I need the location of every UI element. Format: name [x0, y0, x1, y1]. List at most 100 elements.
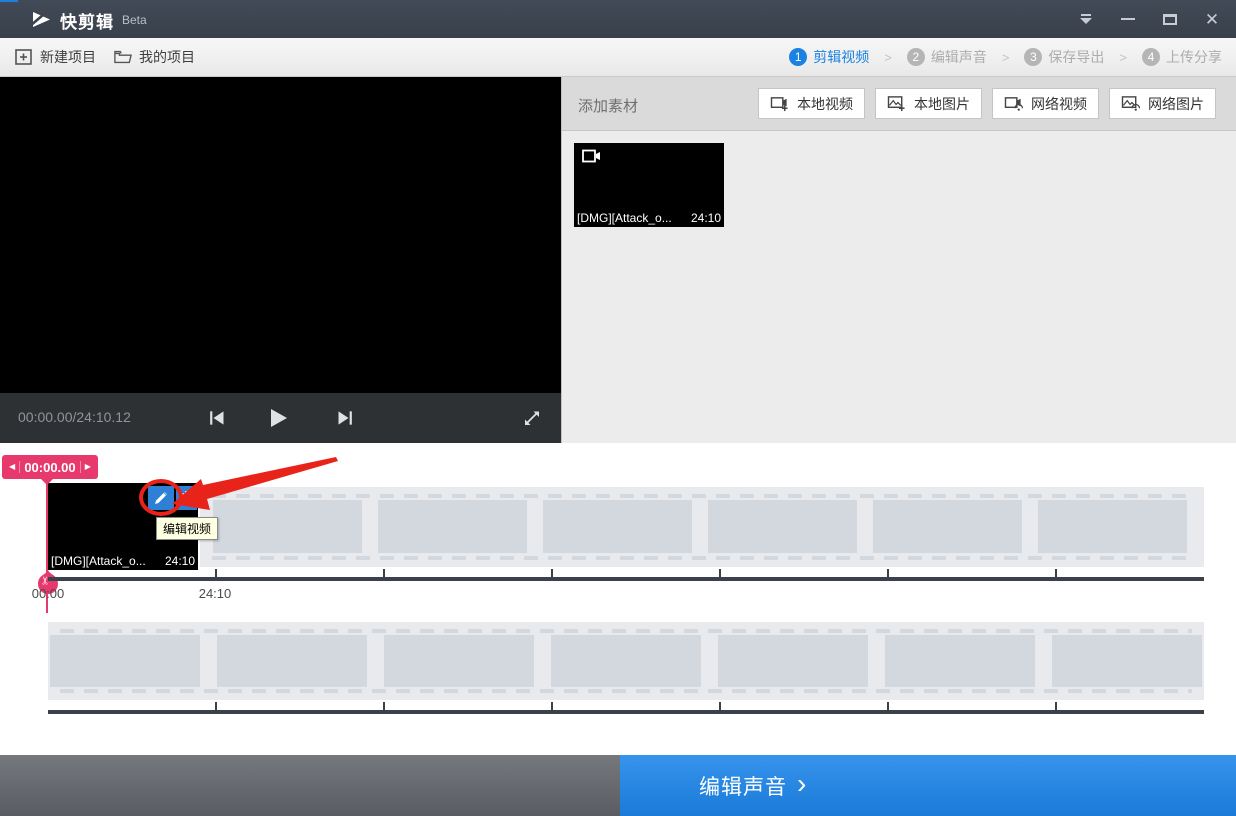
- filmstrip-frame: [885, 635, 1035, 687]
- mat-btn-label: 本地视频: [797, 94, 853, 114]
- next-step-button[interactable]: 编辑声音 ›: [620, 755, 1236, 816]
- material-duration: 24:10: [691, 211, 721, 225]
- player-controls: 00:00.00/24:10.12: [0, 393, 561, 443]
- filmstrip-frame: [378, 500, 527, 553]
- filmstrip-frame: [217, 635, 367, 687]
- material-panel-header: 添加素材 本地视频 本地图片 网络视频 网络图片: [562, 77, 1236, 131]
- marker-left-arrow-icon[interactable]: ◀: [9, 463, 15, 471]
- folder-icon: [114, 49, 132, 65]
- filmstrip-frame: [384, 635, 534, 687]
- ruler-tick: [215, 702, 217, 710]
- clip-name: [DMG][Attack_o...: [51, 554, 146, 568]
- marker-divider: [80, 461, 81, 473]
- pencil-icon: [154, 491, 168, 505]
- step-number: 3: [1024, 48, 1042, 66]
- ruler-tick: [551, 702, 553, 710]
- minimize-icon: [1121, 18, 1135, 20]
- beta-tag: Beta: [122, 13, 147, 27]
- video-plus-icon: [770, 95, 790, 112]
- fullscreen-icon: [523, 409, 541, 427]
- ruler-tick: [719, 569, 721, 577]
- step-保存导出[interactable]: 3 保存导出: [1024, 47, 1104, 67]
- play-button[interactable]: [262, 402, 294, 434]
- ruler-tick: [719, 702, 721, 710]
- add-video-plus-button[interactable]: 本地视频: [758, 88, 865, 119]
- video-wifi-icon: [1004, 95, 1024, 112]
- step-label: 保存导出: [1048, 47, 1104, 67]
- video-track-filmstrip[interactable]: [200, 487, 1204, 567]
- toolbar: 新建项目 我的项目 1 剪辑视频 >2 编辑声音 >3 保存导出 >4上传分享: [0, 38, 1236, 77]
- step-separator: >: [1002, 50, 1010, 65]
- step-number: 4: [1142, 48, 1160, 66]
- step-separator: >: [884, 50, 892, 65]
- step-number: 1: [789, 48, 807, 66]
- trash-icon: [181, 491, 193, 505]
- ruler-label-end: 24:10: [193, 586, 237, 601]
- filmstrip-frame: [873, 500, 1022, 553]
- menu-dropdown-button[interactable]: [1066, 0, 1106, 38]
- filmstrip-frame: [718, 635, 868, 687]
- close-button[interactable]: ✕: [1192, 0, 1232, 38]
- minimize-button[interactable]: [1108, 0, 1148, 38]
- step-label: 编辑声音: [931, 47, 987, 67]
- delete-clip-button[interactable]: [176, 486, 197, 510]
- previous-frame-icon: [206, 408, 226, 428]
- timeline-ruler-2: [48, 710, 1204, 714]
- audio-track-filmstrip[interactable]: [48, 622, 1204, 700]
- maximize-icon: [1163, 14, 1177, 25]
- video-preview[interactable]: [0, 77, 561, 393]
- my-projects-button[interactable]: 我的项目: [114, 38, 195, 76]
- ruler-tick: [383, 569, 385, 577]
- filmstrip-frame: [708, 500, 857, 553]
- previous-frame-button[interactable]: [200, 402, 232, 434]
- step-上传分享[interactable]: 4上传分享: [1142, 47, 1222, 67]
- step-separator: >: [1119, 50, 1127, 65]
- titlebar: 快剪辑 Beta ✕: [0, 0, 1236, 38]
- new-project-button[interactable]: 新建项目: [15, 38, 96, 76]
- ruler-tick: [887, 569, 889, 577]
- fullscreen-button[interactable]: [516, 402, 548, 434]
- filmstrip-frame: [543, 500, 692, 553]
- edit-clip-button[interactable]: [148, 486, 174, 510]
- add-material-buttons: 本地视频 本地图片 网络视频 网络图片: [758, 88, 1216, 119]
- close-icon: ✕: [1205, 11, 1219, 28]
- workflow-steps: 1 剪辑视频 >2 编辑声音 >3 保存导出 >4上传分享: [789, 38, 1222, 76]
- app-logo-icon: [30, 9, 52, 29]
- ruler-tick: [1055, 702, 1057, 710]
- my-projects-label: 我的项目: [139, 47, 195, 67]
- step-label: 剪辑视频: [813, 47, 869, 67]
- step-编辑声音[interactable]: 2 编辑声音: [907, 47, 987, 67]
- marker-divider: [19, 461, 20, 473]
- clip-duration: 24:10: [165, 554, 195, 568]
- ruler-tick: [383, 702, 385, 710]
- footer-back-area: [0, 755, 620, 816]
- app-title: 快剪辑: [60, 8, 114, 33]
- marker-right-arrow-icon[interactable]: ▶: [85, 463, 91, 471]
- add-video-wifi-button[interactable]: 网络视频: [992, 88, 1099, 119]
- add-image-wifi-button[interactable]: 网络图片: [1109, 88, 1216, 119]
- filmstrip-frame: [1052, 635, 1202, 687]
- corner-accent: [0, 0, 18, 2]
- filmstrip-frame: [50, 635, 200, 687]
- mat-btn-label: 本地图片: [914, 94, 970, 114]
- panel-title: 添加素材: [578, 95, 638, 116]
- new-project-icon: [15, 49, 33, 65]
- maximize-button[interactable]: [1150, 0, 1190, 38]
- step-剪辑视频[interactable]: 1 剪辑视频: [789, 47, 869, 67]
- add-image-plus-button[interactable]: 本地图片: [875, 88, 982, 119]
- time-display: 00:00.00/24:10.12: [18, 409, 131, 425]
- step-number: 2: [907, 48, 925, 66]
- video-camera-icon: [582, 149, 601, 163]
- next-frame-icon: [336, 408, 356, 428]
- play-icon: [267, 407, 289, 429]
- ruler-tick: [551, 569, 553, 577]
- material-panel: 添加素材 本地视频 本地图片 网络视频 网络图片 [DMG][Attack_o... …: [561, 77, 1236, 443]
- material-item[interactable]: [DMG][Attack_o... 24:10: [574, 143, 724, 227]
- new-project-label: 新建项目: [40, 47, 96, 67]
- filmstrip-frame: [551, 635, 701, 687]
- next-frame-button[interactable]: [330, 402, 362, 434]
- app-window: 快剪辑 Beta ✕ 新建项目 我的项目 1剪辑视频>2编辑: [0, 0, 1236, 816]
- material-caption: [DMG][Attack_o... 24:10: [574, 211, 724, 225]
- mat-btn-label: 网络视频: [1031, 94, 1087, 114]
- playhead-time-marker[interactable]: ◀ 00:00.00 ▶: [2, 455, 98, 479]
